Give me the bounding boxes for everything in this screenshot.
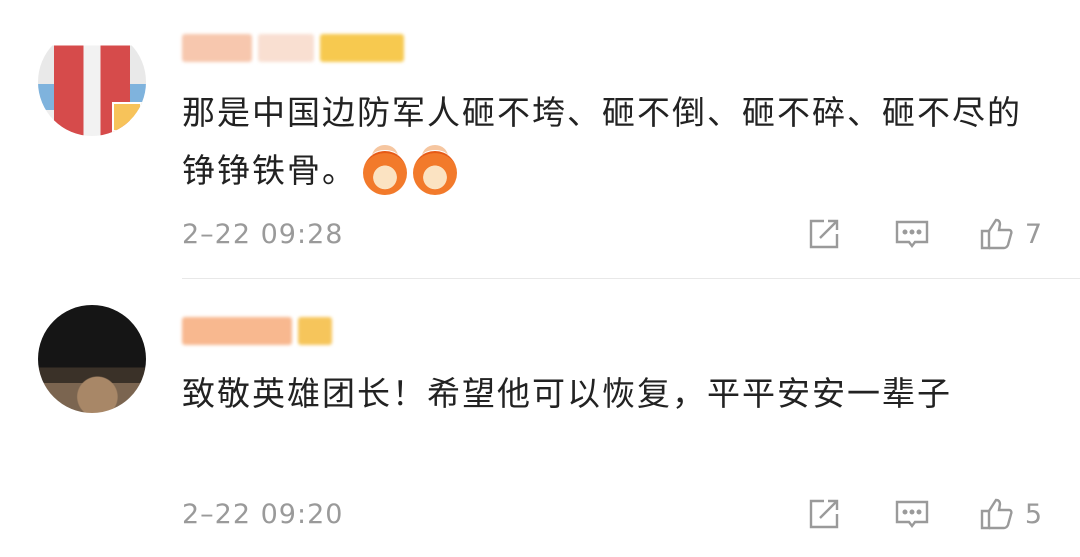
comment-meta: 2–22 09:20 5 (182, 494, 1042, 534)
username-blur (182, 317, 292, 345)
like-count: 7 (1024, 218, 1042, 250)
timestamp: 2–22 09:20 (182, 498, 344, 530)
comment-actions: 5 (805, 495, 1042, 533)
comment-actions: 7 (805, 215, 1042, 253)
comment-text: 致敬英雄团长！希望他可以恢复，平平安安一辈子 (182, 365, 1042, 423)
comment-body: 致敬英雄团长！希望他可以恢复，平平安安一辈子 (182, 374, 952, 413)
comment-text: 那是中国边防军人砸不垮、砸不倒、砸不碎、砸不尽的铮铮铁骨。 (182, 84, 1042, 200)
avatar[interactable] (38, 305, 146, 413)
comment-item: 那是中国边防军人砸不垮、砸不倒、砸不碎、砸不尽的铮铮铁骨。 2–22 09:28… (0, 0, 1080, 278)
user-badge-blur (320, 34, 404, 62)
username-blur (258, 34, 314, 62)
thumbs-up-icon[interactable] (977, 215, 1015, 253)
thumbs-up-icon[interactable] (977, 495, 1015, 533)
user-badge-blur (298, 317, 332, 345)
avatar[interactable] (38, 28, 146, 136)
comment-body: 那是中国边防军人砸不垮、砸不倒、砸不碎、砸不尽的铮铮铁骨。 (182, 93, 1022, 190)
username-blurred[interactable] (182, 311, 332, 351)
timestamp: 2–22 09:28 (182, 218, 344, 250)
fist-cheer-emoji (363, 144, 407, 195)
fist-cheer-emoji (413, 144, 457, 195)
comment-item: 致敬英雄团长！希望他可以恢复，平平安安一辈子 2–22 09:20 5 (0, 279, 1080, 557)
like-count: 5 (1024, 498, 1042, 530)
verified-badge-icon (112, 102, 142, 132)
comment-icon[interactable] (893, 215, 931, 253)
comment-icon[interactable] (893, 495, 931, 533)
comment-meta: 2–22 09:28 7 (182, 214, 1042, 254)
share-icon[interactable] (805, 495, 843, 533)
username-blur (182, 34, 252, 62)
username-blurred[interactable] (182, 28, 404, 68)
share-icon[interactable] (805, 215, 843, 253)
